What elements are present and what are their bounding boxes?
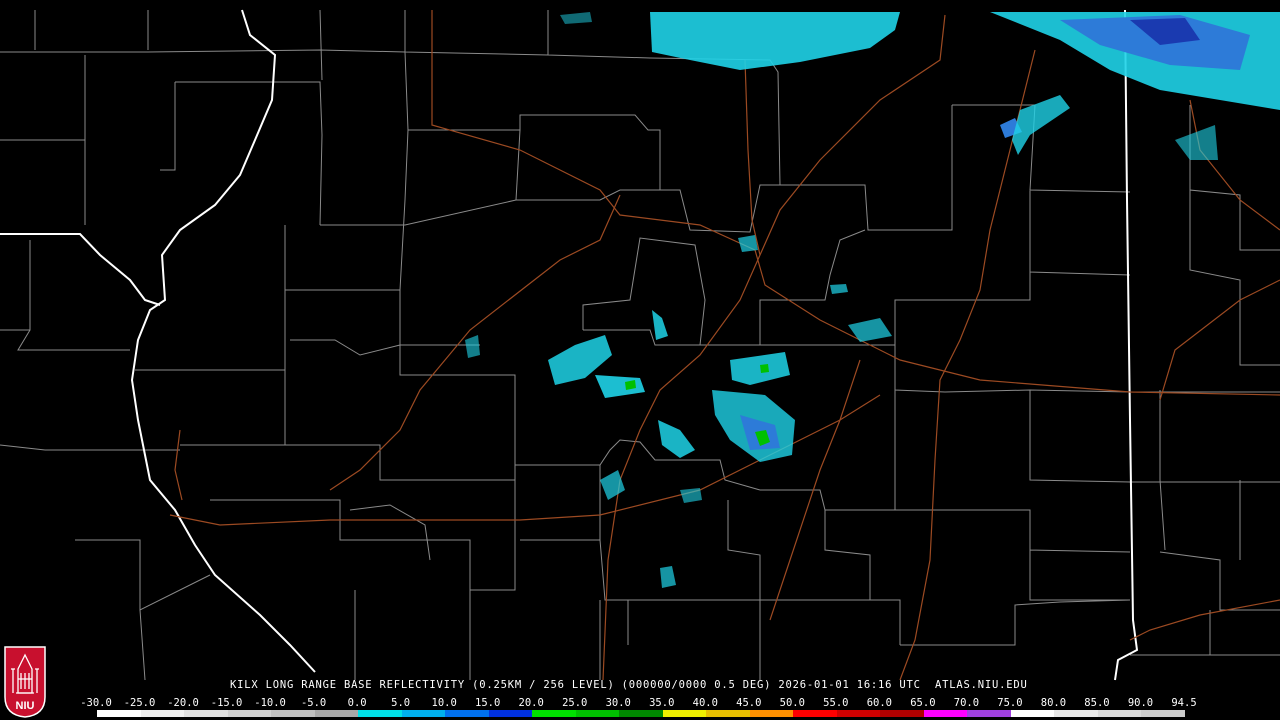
scale-tick-label: 40.0 [692, 697, 718, 709]
scale-tick-label: 5.0 [391, 697, 411, 709]
scale-tick-label: 75.0 [997, 697, 1023, 709]
scale-tick-label: 90.0 [1127, 697, 1154, 709]
scale-tick-label: 15.0 [475, 697, 501, 709]
scale-color-segment [445, 710, 489, 717]
scale-color-segment [532, 710, 576, 717]
scale-tick-label: -20.0 [167, 697, 199, 709]
state-boundaries [0, 9, 1139, 681]
scale-color-segment [140, 710, 185, 717]
scale-tick-label: -30.0 [80, 697, 112, 709]
scale-tick-label: 70.0 [953, 697, 980, 709]
scale-color-segment [1010, 710, 1055, 717]
scale-color-segment [97, 710, 141, 717]
scale-color-segment [793, 710, 837, 717]
scale-color-segment [184, 710, 228, 717]
niu-logo: NIU [4, 646, 46, 718]
scale-color-segment [1097, 710, 1142, 717]
scale-color-segment [880, 710, 924, 717]
scale-tick-label: 94.5 [1171, 697, 1197, 709]
scale-color-segment [836, 710, 881, 717]
product-title: KILX LONG RANGE BASE REFLECTIVITY (0.25K… [230, 679, 1028, 691]
scale-tick-label: 30.0 [605, 697, 631, 709]
radar-map [0, 9, 1280, 681]
scale-color-segment [749, 710, 794, 717]
scale-color-segment [271, 710, 315, 717]
scale-color-segment [1054, 710, 1098, 717]
echo-band-north [650, 12, 900, 70]
scale-tick-label: 85.0 [1084, 697, 1110, 709]
scale-tick-label: 45.0 [736, 697, 762, 709]
scale-tick-label: 60.0 [866, 697, 893, 709]
scale-color-segment [575, 710, 620, 717]
scale-tick-label: -25.0 [123, 697, 156, 709]
scale-tick-label: 80.0 [1040, 697, 1067, 709]
scale-tick-label: 55.0 [823, 697, 849, 709]
scale-tick-label: -10.0 [254, 697, 286, 709]
scale-color-segment [314, 710, 359, 717]
scale-color-segment [706, 710, 750, 717]
color-scale-bar [96, 709, 1186, 718]
scale-tick-label: 25.0 [562, 697, 588, 709]
scale-tick-label: -15.0 [210, 697, 243, 709]
scale-color-segment [923, 710, 968, 717]
scale-tick-label: 10.0 [431, 697, 457, 709]
county-boundaries [0, 9, 1280, 681]
scale-color-segment [619, 710, 663, 717]
color-scale-labels: -30.0 -25.0 -20.0 -15.0 -10.0 -5.0 0.0 5.0 10.0 1… [0, 697, 1280, 709]
scale-tick-label: -5.0 [300, 697, 327, 709]
scale-color-segment [967, 710, 1011, 717]
scale-tick-label: 0.0 [347, 697, 367, 709]
radar-echoes [465, 12, 1280, 588]
scale-tick-label: 35.0 [649, 697, 675, 709]
scale-color-segment [1141, 710, 1185, 717]
scale-color-segment [227, 710, 272, 717]
scale-tick-label: 50.0 [779, 697, 805, 709]
scale-color-segment [358, 710, 402, 717]
scale-color-segment [401, 710, 446, 717]
scale-tick-label: 20.0 [518, 697, 544, 709]
scale-color-segment [662, 710, 707, 717]
scale-tick-label: 65.0 [910, 697, 936, 709]
logo-text: NIU [16, 700, 35, 712]
scale-color-segment [488, 710, 533, 717]
